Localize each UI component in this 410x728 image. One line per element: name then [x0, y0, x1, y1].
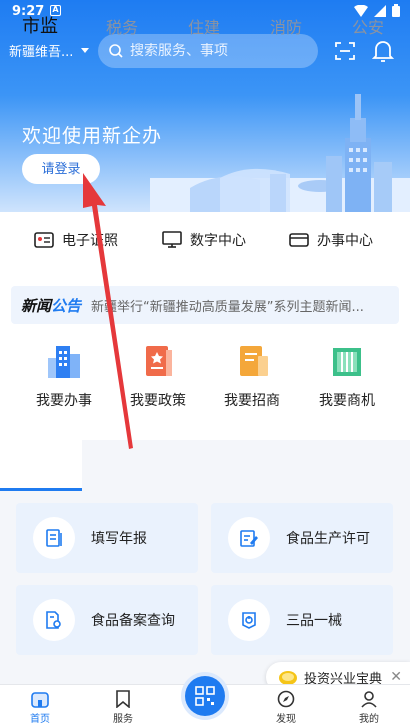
user-icon: [361, 691, 377, 708]
wifi-icon: [354, 4, 368, 17]
quick-action-affairs[interactable]: 我要办事: [24, 344, 104, 410]
service-label: 数字中心: [190, 233, 246, 249]
active-tab-indicator: [0, 488, 82, 491]
search-icon: [109, 44, 123, 58]
service-digital-center[interactable]: 数字中心: [162, 230, 246, 250]
chevron-down-icon: [81, 48, 90, 53]
home-icon: [31, 692, 49, 708]
report-icon: [46, 529, 62, 547]
notification-a-icon: A: [50, 5, 61, 16]
welcome-text: 欢迎使用新企办: [22, 125, 163, 147]
document-search-icon: [46, 611, 61, 629]
nav-discover[interactable]: 发现: [266, 690, 306, 725]
license-card-icon: [34, 232, 54, 248]
quick-action-label: 我要商机: [319, 393, 375, 409]
power-icon: [242, 612, 256, 629]
tile-label: 三品一械: [286, 613, 342, 629]
quick-action-business[interactable]: 我要商机: [307, 344, 387, 410]
tile-food-filing-query[interactable]: 食品备案查询: [16, 585, 198, 655]
quick-action-label: 我要招商: [224, 393, 280, 409]
service-e-license[interactable]: 电子证照: [34, 230, 118, 250]
region-selector[interactable]: 新疆维吾...: [9, 41, 90, 60]
close-icon[interactable]: ✕: [390, 669, 402, 685]
monitor-icon: [162, 231, 182, 248]
search-bar[interactable]: [98, 34, 318, 68]
quick-action-label: 我要办事: [36, 393, 92, 409]
nav-home[interactable]: 首页: [20, 690, 60, 725]
policy-book-icon: [146, 346, 172, 376]
edit-form-icon: [240, 530, 258, 547]
tile-label: 食品生产许可: [286, 531, 370, 547]
compass-icon: [277, 690, 295, 708]
status-time: 9:27: [12, 4, 45, 19]
service-label: 电子证照: [62, 233, 118, 249]
business-building-icon: [333, 348, 361, 376]
nav-services[interactable]: 服务: [103, 690, 143, 725]
bookmark-icon: [116, 690, 130, 708]
nav-label: 发现: [276, 714, 296, 725]
qr-code-icon: [195, 686, 215, 706]
tile-label: 食品备案查询: [91, 613, 175, 629]
nav-label: 首页: [30, 714, 50, 725]
quick-action-policy[interactable]: 我要政策: [118, 344, 198, 410]
building-icon: [48, 346, 80, 378]
status-bar: 9:27 A: [0, 0, 410, 24]
service-affairs-center[interactable]: 办事中心: [289, 230, 373, 250]
investment-icon: [240, 346, 268, 376]
signal-icon: [374, 4, 386, 17]
search-input[interactable]: [130, 43, 300, 59]
nav-label: 服务: [113, 714, 133, 725]
scan-icon[interactable]: [334, 41, 356, 61]
tile-annual-report[interactable]: 填写年报: [16, 503, 198, 573]
quick-action-label: 我要政策: [130, 393, 186, 409]
login-button[interactable]: 请登录: [22, 154, 100, 184]
service-label: 办事中心: [317, 233, 373, 249]
city-skyline-illustration: [150, 94, 410, 212]
news-headline[interactable]: 新疆举行“新疆推动高质量发展”系列主题新闻...: [91, 296, 391, 315]
news-tag: 新闻公告: [21, 296, 82, 315]
qr-code-button[interactable]: [185, 676, 225, 716]
tile-food-production-license[interactable]: 食品生产许可: [211, 503, 393, 573]
tile-three-products[interactable]: 三品一械: [211, 585, 393, 655]
bell-icon[interactable]: [372, 39, 394, 63]
tile-label: 填写年报: [91, 531, 147, 547]
nav-profile[interactable]: 我的: [349, 690, 389, 725]
wallet-icon: [289, 233, 309, 247]
news-ticker[interactable]: 新闻公告 新疆举行“新疆推动高质量发展”系列主题新闻...: [11, 286, 399, 324]
quick-action-investment[interactable]: 我要招商: [212, 344, 292, 410]
region-label: 新疆维吾...: [9, 45, 74, 60]
battery-icon: [392, 4, 400, 17]
nav-label: 我的: [359, 714, 379, 725]
